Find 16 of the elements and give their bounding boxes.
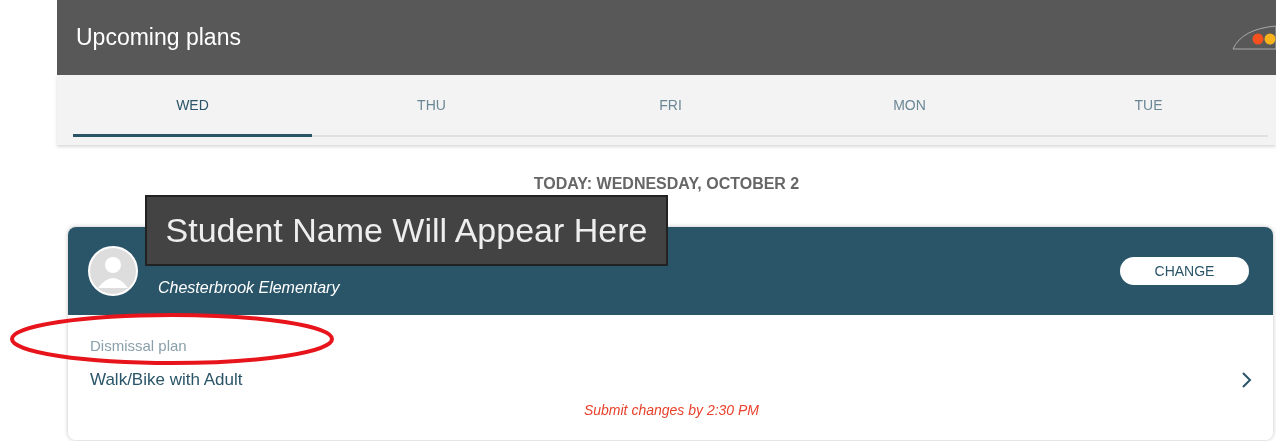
deadline-text: Submit changes by 2:30 PM	[583, 402, 760, 418]
avatar-icon	[88, 246, 138, 296]
date-heading: TODAY: WEDNESDAY, OCTOBER 2	[532, 175, 801, 193]
day-tab[interactable]: TUE	[1029, 75, 1268, 137]
day-tab[interactable]: WED	[73, 75, 312, 137]
plan-label: Dismissal plan	[90, 337, 188, 354]
chevron-right-icon[interactable]	[1241, 371, 1253, 389]
tooltip: Student Name Will Appear Here	[145, 195, 668, 266]
plan-value: Walk/Bike with Adult	[90, 370, 243, 390]
day-tab[interactable]: MON	[790, 75, 1029, 137]
school-name: Chesterbrook Elementary	[158, 279, 341, 297]
page-title: Upcoming plans	[76, 24, 241, 51]
change-button[interactable]: CHANGE	[1120, 257, 1249, 285]
day-tab[interactable]: THU	[312, 75, 551, 137]
logo-icon	[1232, 24, 1276, 51]
day-tab[interactable]: FRI	[551, 75, 790, 137]
